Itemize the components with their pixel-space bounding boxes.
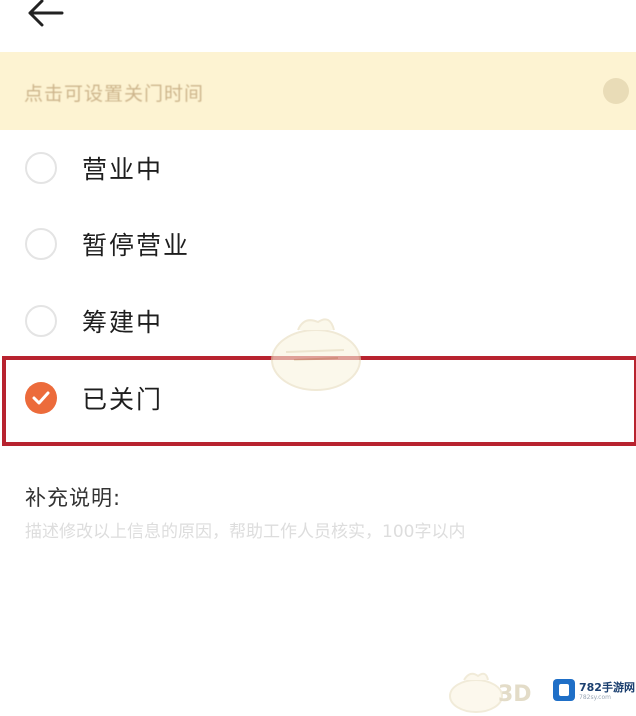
brand-logo-icon bbox=[553, 679, 575, 701]
option-label: 筹建中 bbox=[82, 308, 164, 337]
supplement-textarea[interactable] bbox=[25, 518, 615, 608]
option-label: 营业中 bbox=[82, 155, 164, 184]
back-button[interactable] bbox=[22, 0, 70, 38]
checkmark-icon bbox=[32, 391, 50, 405]
brand-name: 782手游网 bbox=[579, 681, 635, 694]
radio-icon[interactable] bbox=[25, 152, 57, 184]
supplement-title: 补充说明: bbox=[25, 486, 122, 510]
notice-text: 点击可设置关门时间 bbox=[24, 83, 205, 105]
arrow-left-icon bbox=[28, 0, 64, 27]
top-bar bbox=[0, 0, 636, 52]
option-label: 暂停营业 bbox=[82, 231, 191, 260]
radio-icon[interactable] bbox=[25, 228, 57, 260]
notice-banner[interactable]: 点击可设置关门时间 bbox=[0, 52, 636, 130]
radio-checked-icon[interactable] bbox=[25, 382, 57, 414]
status-option-open[interactable]: 营业中 bbox=[0, 130, 636, 206]
status-option-paused[interactable]: 暂停营业 bbox=[0, 206, 636, 282]
radio-icon[interactable] bbox=[25, 305, 57, 337]
option-label: 已关门 bbox=[82, 385, 164, 414]
watermark-mascot-icon bbox=[271, 318, 361, 391]
watermark-text: 3D bbox=[498, 682, 532, 707]
watermark-mascot-icon bbox=[449, 672, 503, 713]
close-icon[interactable] bbox=[603, 78, 629, 104]
brand-url: 782sy.com bbox=[579, 694, 611, 701]
brand-logo: 782手游网 782sy.com bbox=[553, 677, 635, 709]
